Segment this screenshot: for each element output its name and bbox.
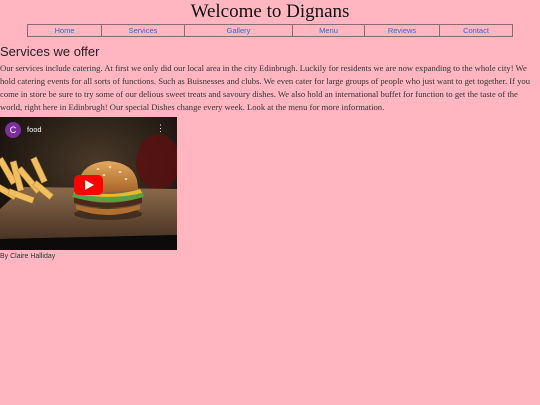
- section-heading: Services we offer: [0, 44, 100, 59]
- main-nav: Home Services Gallery Menu Reviews Conta…: [27, 24, 513, 37]
- nav-reviews[interactable]: Reviews: [365, 25, 440, 36]
- nav-contact[interactable]: Contact: [440, 25, 512, 36]
- nav-services[interactable]: Services: [102, 25, 185, 36]
- byline: By Claire Halliday: [0, 253, 56, 260]
- video-embed[interactable]: C food ⋮: [0, 117, 177, 250]
- site-title: Welcome to Dignans: [190, 1, 350, 22]
- nav-gallery[interactable]: Gallery: [185, 25, 293, 36]
- channel-avatar[interactable]: C: [5, 122, 21, 138]
- vertical-dots-icon[interactable]: ⋮: [156, 124, 165, 133]
- services-paragraph: Our services include catering. At first …: [0, 63, 531, 112]
- video-title[interactable]: food: [27, 125, 42, 134]
- nav-home[interactable]: Home: [28, 25, 102, 36]
- nav-menu[interactable]: Menu: [293, 25, 365, 36]
- youtube-play-icon[interactable]: [74, 175, 103, 195]
